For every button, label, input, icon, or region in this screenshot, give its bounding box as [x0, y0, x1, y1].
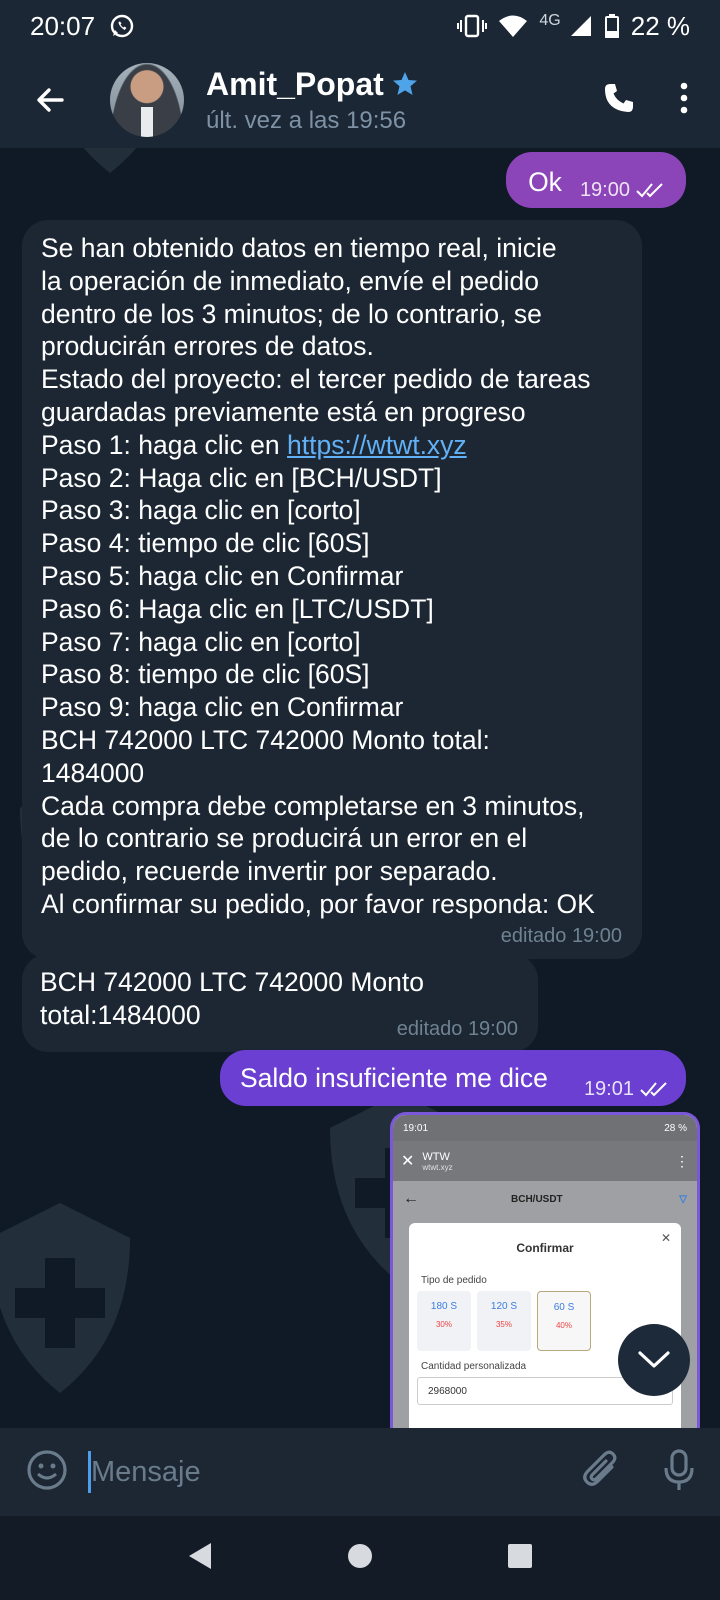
message-time: 19:01 — [583, 1077, 634, 1100]
message-line: de lo contrario se producirá un error en… — [41, 823, 528, 854]
message-line: Estado del proyecto: el tercer pedido de… — [41, 364, 591, 395]
phone-icon — [605, 83, 633, 112]
more-vert-icon: ⋮ — [675, 1152, 689, 1169]
message-text: Paso 2: Haga clic en [BCH/USDT] Paso 3: h… — [41, 462, 624, 921]
back-button[interactable] — [28, 78, 72, 122]
preview-site-url: wtwt.xyz — [422, 1162, 453, 1172]
nav-home-button[interactable] — [347, 1543, 373, 1574]
preview-order-type-label: Tipo de pedido — [421, 1275, 487, 1286]
nav-back-button[interactable] — [187, 1542, 213, 1575]
preview-site-title: WTW — [422, 1150, 450, 1163]
message-text: Ok — [528, 167, 562, 197]
message-line: Paso 5: haga clic en Confirmar — [41, 560, 404, 591]
nav-home-icon — [348, 1543, 372, 1568]
message-text: Se han obtenido datos en tiempo real, in… — [41, 232, 624, 429]
chevron-down-icon — [638, 1351, 670, 1368]
message-incoming[interactable]: BCH 742000 LTC 742000 Monto total:148400… — [22, 954, 538, 1052]
verified-star-icon — [392, 72, 417, 95]
composer — [0, 1428, 720, 1516]
edited-label: editado 19:00 — [396, 1017, 518, 1040]
signal-icon — [569, 14, 593, 38]
preview-battery: 28 % — [664, 1122, 687, 1134]
message-input[interactable] — [91, 1450, 511, 1494]
message-line: Al confirmar su pedido, por favor respon… — [41, 888, 595, 919]
attach-icon — [583, 1450, 617, 1486]
message-link[interactable]: https://wtwt.xyz — [287, 430, 467, 460]
message-line: Paso 7: haga clic en [corto] — [41, 626, 361, 657]
preview-option: 60 S 40% — [537, 1291, 591, 1351]
message-time: 19:00 — [579, 179, 630, 201]
nav-back-icon — [189, 1542, 211, 1569]
contact-info[interactable]: Amit_Popat últ. vez a las 19:56 — [206, 66, 418, 135]
last-seen: últ. vez a las 19:56 — [206, 106, 407, 134]
message-line: guardadas previamente está en progreso — [41, 396, 526, 427]
filter-icon: ▽ — [679, 1193, 687, 1205]
back-arrow-icon: ← — [403, 1190, 419, 1207]
message-line: Paso 9: haga clic en Confirmar — [41, 692, 404, 723]
preview-option: 180 S 30% — [417, 1291, 471, 1351]
chat-area[interactable]: Ok 19:00 Se han obtenido datos en tiempo… — [0, 148, 720, 1428]
message-line: Cada compra debe completarse en 3 minuto… — [41, 790, 585, 821]
attach-button[interactable] — [582, 1449, 620, 1496]
message-text-step1: Paso 1: haga clic en — [41, 429, 288, 460]
message-line: Paso 4: tiempo de clic [60S] — [41, 528, 370, 559]
message-line: pedido, recuerde invertir por separado. — [41, 856, 498, 887]
message-line: Paso 8: tiempo de clic [60S] — [41, 659, 370, 690]
status-time: 20:07 — [30, 10, 96, 41]
emoji-icon — [27, 1449, 67, 1490]
battery-level: 22 % — [630, 10, 690, 41]
message-line: producirán errores de datos. — [41, 331, 374, 362]
message-line: Se han obtenido datos en tiempo real, in… — [41, 233, 557, 263]
emoji-button[interactable] — [26, 1449, 68, 1496]
preview-amount-label: Cantidad personalizada — [421, 1361, 527, 1372]
network-label: 4G — [539, 12, 561, 29]
message-line: 1484000 — [97, 999, 201, 1030]
chat-header: Amit_Popat últ. vez a las 19:56 — [0, 52, 720, 148]
message-line: dentro de los 3 minutos; de lo contrario… — [41, 298, 542, 329]
battery-icon — [604, 14, 619, 38]
shield-watermark-icon — [83, 148, 137, 173]
status-bar: 20:07 4G 22 % — [0, 0, 720, 52]
message-line: Paso 6: Haga clic en [LTC/USDT] — [41, 593, 434, 624]
message-text: Saldo insuficiente me dice — [240, 1063, 548, 1093]
message-line: Paso 2: Haga clic en [BCH/USDT] — [41, 462, 442, 493]
more-vert-icon — [680, 82, 688, 113]
message-outgoing[interactable]: Saldo insuficiente me dice 19:01 — [220, 1050, 686, 1106]
wifi-icon — [499, 14, 528, 38]
vibrate-icon — [457, 14, 488, 38]
more-options-button[interactable] — [678, 81, 690, 120]
preview-pair: BCH/USDT — [511, 1193, 563, 1205]
edited-label: editado 19:00 — [500, 924, 622, 947]
contact-name: Amit_Popat — [206, 65, 384, 102]
preview-modal-title: Confirmar — [516, 1241, 574, 1255]
whatsapp-icon — [109, 13, 135, 39]
preview-option: 120 S 35% — [477, 1291, 531, 1351]
double-check-icon — [640, 1082, 667, 1097]
message-line: Paso 3: haga clic en [corto] — [41, 495, 361, 526]
voice-button[interactable] — [664, 1448, 694, 1496]
double-check-icon — [636, 183, 663, 198]
message-line: la operación de inmediato, envíe el pedi… — [41, 265, 539, 296]
preview-time: 19:01 — [403, 1122, 429, 1134]
nav-recents-button[interactable] — [507, 1543, 533, 1574]
avatar[interactable] — [110, 63, 184, 137]
back-arrow-icon — [37, 88, 64, 112]
message-incoming[interactable]: Se han obtenido datos en tiempo real, in… — [22, 220, 642, 959]
shield-watermark-icon — [0, 1203, 130, 1393]
mic-icon — [664, 1448, 694, 1490]
close-icon: ✕ — [401, 1153, 415, 1170]
navigation-bar — [0, 1516, 720, 1600]
message-line: BCH 742000 LTC 742000 Monto total: — [41, 724, 490, 755]
message-outgoing[interactable]: Ok 19:00 — [506, 152, 686, 208]
message-line: 1484000 — [41, 757, 145, 788]
scroll-down-button[interactable] — [618, 1324, 690, 1396]
nav-recents-icon — [508, 1543, 532, 1568]
call-button[interactable] — [602, 81, 636, 120]
